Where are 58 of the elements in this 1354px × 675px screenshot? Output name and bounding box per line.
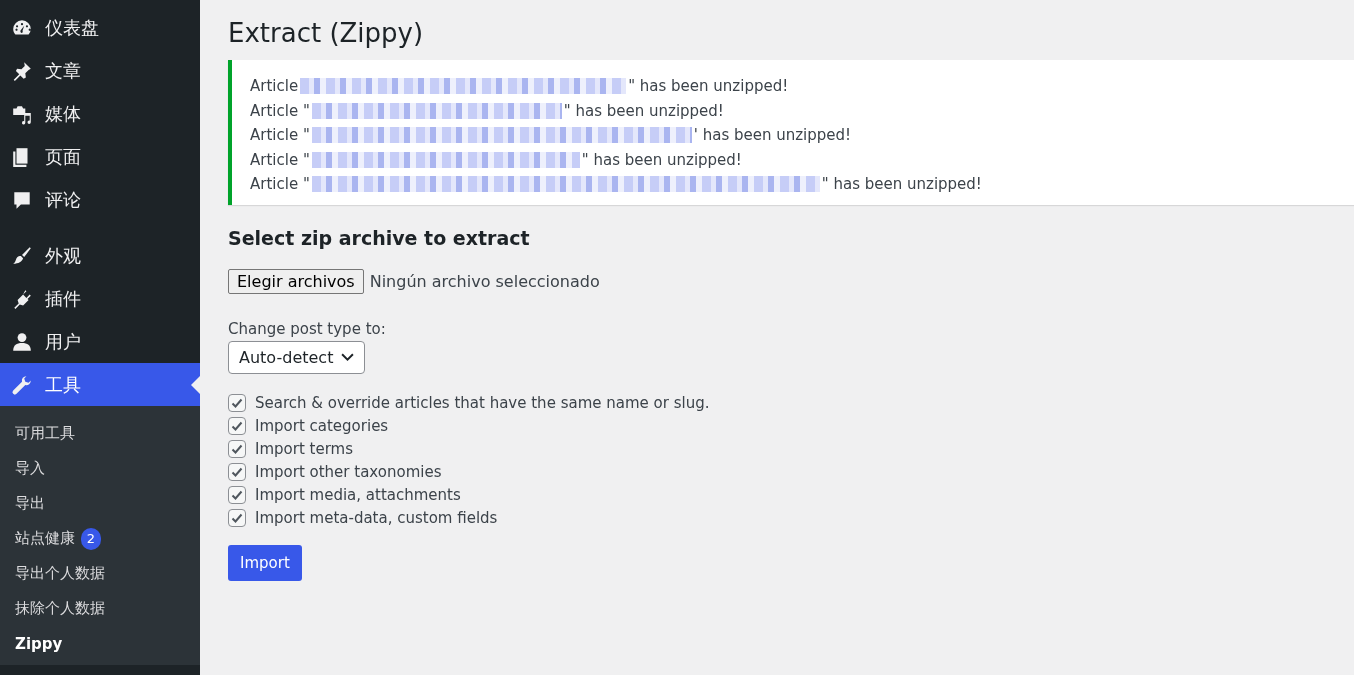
notice-text: Article ": [250, 150, 310, 169]
checkbox[interactable]: [228, 485, 246, 504]
wrench-icon: [11, 373, 33, 396]
submenu-label: 导出个人数据: [15, 564, 105, 583]
field-label: Change post type to:: [228, 319, 387, 338]
submenu-label: 抹除个人数据: [15, 599, 105, 618]
submenu-item[interactable]: 导出: [0, 486, 200, 521]
choose-files-button[interactable]: Elegir archivos: [228, 268, 364, 294]
checkbox[interactable]: [228, 508, 246, 527]
notice-text: Article: [250, 77, 299, 96]
section-heading: Select zip archive to extract: [228, 226, 531, 249]
checkbox[interactable]: [228, 393, 246, 412]
paintbrush-icon: [11, 244, 33, 267]
notice-text: " has been unzipped!: [821, 175, 982, 194]
checkbox[interactable]: [228, 462, 246, 481]
checkbox-label: Import media, attachments: [255, 485, 461, 504]
submenu-item[interactable]: Zippy: [0, 626, 200, 661]
notice-text: " has been unzipped!: [563, 101, 724, 120]
notice-text: Article ": [250, 126, 310, 145]
file-status: Ningún archivo seleccionado: [369, 271, 600, 291]
notice-text: " has been unzipped!: [581, 150, 742, 169]
checkbox-label: Import other taxonomies: [255, 462, 442, 481]
submenu-item[interactable]: 导入: [0, 451, 200, 486]
menu-item[interactable]: 文章: [0, 49, 200, 92]
submenu-label: 导出: [15, 494, 45, 513]
submenu-label: Zippy: [15, 634, 63, 653]
menu-item[interactable]: 评论: [0, 178, 200, 221]
notice-text: Article ": [250, 175, 310, 194]
checkbox-label: Import categories: [255, 416, 389, 435]
notice-text: Article ": [250, 101, 310, 120]
menu-item[interactable]: 页面: [0, 135, 200, 178]
submenu-item[interactable]: 可用工具: [0, 416, 200, 451]
pushpin-icon: [11, 59, 33, 82]
page-title: Extract (Zippy): [228, 18, 425, 48]
submenu-label: 可用工具: [15, 424, 75, 443]
chevron-icon: [341, 352, 355, 362]
submenu-label: 导入: [15, 459, 45, 478]
checkbox[interactable]: [228, 439, 246, 458]
submenu-item[interactable]: 站点健康 2: [0, 521, 200, 556]
submenu-label: 站点健康: [15, 529, 75, 548]
checkbox-label: Import terms: [255, 439, 353, 458]
user-icon: [11, 330, 33, 353]
post-type-select[interactable]: Auto-detect: [228, 340, 366, 374]
menu-item[interactable]: 外观: [0, 234, 200, 277]
checkbox[interactable]: [228, 416, 246, 435]
submenu-item[interactable]: 导出个人数据: [0, 556, 200, 591]
submenu-item[interactable]: 抹除个人数据: [0, 591, 200, 626]
import-button[interactable]: Import: [228, 544, 302, 581]
menu-item[interactable]: 插件: [0, 277, 200, 320]
count-badge: 2: [81, 527, 101, 550]
checkbox-label: Import meta-data, custom fields: [255, 508, 498, 527]
notice-text: " has been unzipped!: [628, 77, 789, 96]
menu-item[interactable]: 工具: [0, 363, 200, 406]
notice-text: ' has been unzipped!: [693, 126, 852, 145]
menu-item[interactable]: 媒体: [0, 92, 200, 135]
menu-item[interactable]: 用户: [0, 320, 200, 363]
menu-item[interactable]: 仪表盘: [0, 6, 200, 49]
checkbox-label: Search & override articles that have the same name or slug.: [255, 393, 710, 412]
